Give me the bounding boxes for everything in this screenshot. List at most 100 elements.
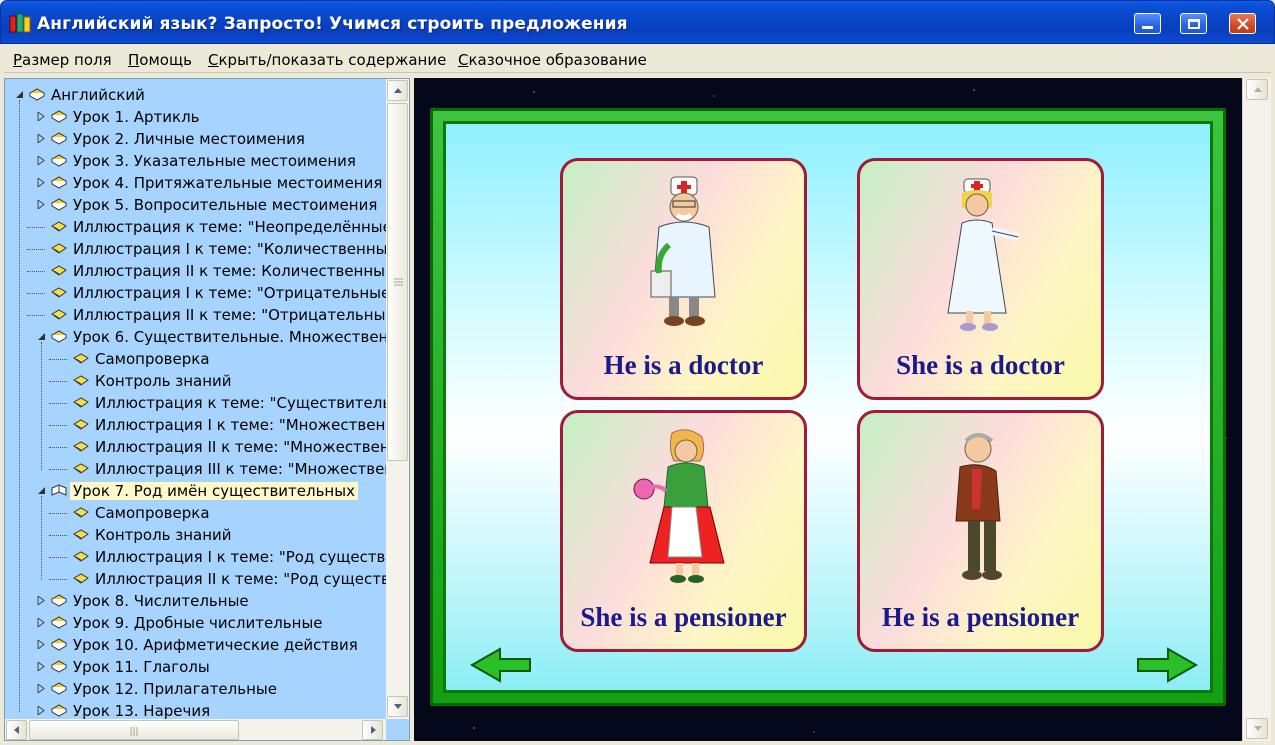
tree-item[interactable]: Иллюстрация II к теме: "Род существ: [5, 568, 390, 590]
tree-item[interactable]: Урок 3. Указательные местоимения: [5, 150, 386, 172]
tree-item-label: Иллюстрация II к теме: "Отрицательные: [73, 306, 395, 324]
content-scroll-up-button[interactable]: [1246, 79, 1268, 100]
tree-connector: [49, 469, 67, 470]
expand-triangle-icon[interactable]: [37, 178, 46, 187]
maximize-icon: [1188, 19, 1200, 29]
tree-item[interactable]: Иллюстрация I к теме: "Количественные: [5, 238, 397, 260]
minimize-icon: [1142, 26, 1153, 29]
expand-triangle-icon[interactable]: [37, 618, 46, 627]
tree-item-label: Иллюстрация I к теме: "Множествен: [95, 416, 386, 434]
card-he-is-a-pensioner[interactable]: He is a pensioner: [857, 410, 1104, 652]
content-vertical-scrollbar[interactable]: [1242, 78, 1271, 741]
tree-guide-line: [41, 496, 42, 580]
tree-item[interactable]: Урок 7. Род имён существительных: [5, 480, 386, 502]
menu-help[interactable]: Помощь: [128, 51, 192, 69]
expand-triangle-icon[interactable]: [37, 200, 46, 209]
expand-triangle-icon[interactable]: [37, 112, 46, 121]
tree-connector: [49, 557, 67, 558]
tree-item[interactable]: Контроль знаний: [5, 524, 386, 546]
page-icon: [51, 265, 67, 276]
card-she-is-a-pensioner[interactable]: She is a pensioner: [560, 410, 807, 652]
book-icon: [29, 88, 45, 101]
expand-triangle-icon[interactable]: [37, 662, 46, 671]
tree-item[interactable]: Иллюстрация I к теме: "Род существи: [5, 546, 395, 568]
maximize-button[interactable]: [1180, 13, 1207, 34]
card-caption: She is a pensioner: [580, 602, 787, 632]
expand-triangle-icon[interactable]: [37, 134, 46, 143]
tree-item[interactable]: Иллюстрация I к теме: "Множествен: [5, 414, 386, 436]
card-she-is-a-doctor[interactable]: She is a doctor: [857, 158, 1104, 400]
content-scroll-down-button[interactable]: [1246, 718, 1268, 739]
lesson-view: He is a doctor She is a doctor She is a …: [414, 78, 1242, 741]
book-icon: [51, 638, 67, 651]
page-icon: [51, 309, 67, 320]
tree-item-label: Иллюстрация I к теме: "Отрицательные: [73, 284, 391, 302]
tree-item[interactable]: Урок 12. Прилагательные: [5, 678, 386, 700]
tree-item[interactable]: Урок 5. Вопросительные местоимения: [5, 194, 386, 216]
tree-item-label: Иллюстрация II к теме: "Множествен: [95, 438, 390, 456]
collapse-triangle-icon[interactable]: [15, 90, 24, 99]
tree-item[interactable]: Урок 4. Притяжательные местоимения: [5, 172, 386, 194]
arrow-left-icon: [14, 726, 19, 734]
expand-triangle-icon[interactable]: [37, 684, 46, 693]
tree-item[interactable]: Иллюстрация II к теме: Количественные: [5, 260, 394, 282]
lesson-frame: He is a doctor She is a doctor She is a …: [430, 108, 1226, 706]
tree-horizontal-scrollbar[interactable]: [5, 719, 386, 740]
tree-vertical-scrollbar[interactable]: [386, 79, 409, 719]
tree-item[interactable]: Английский: [5, 84, 386, 106]
tree-connector: [27, 249, 45, 250]
tree-item[interactable]: Урок 8. Числительные: [5, 590, 386, 612]
scroll-right-button[interactable]: [362, 720, 383, 740]
menu-field-size[interactable]: Размер поля: [13, 51, 112, 69]
tree-item[interactable]: Иллюстрация III к теме: "Множествен: [5, 458, 394, 480]
arrow-up-icon: [394, 88, 402, 93]
scroll-down-button[interactable]: [387, 696, 408, 717]
tree-item-label: Урок 6. Существительные. Множественн: [73, 328, 399, 346]
horizontal-scroll-thumb[interactable]: [29, 720, 239, 740]
close-icon: [1237, 18, 1249, 30]
scroll-up-button[interactable]: [387, 80, 408, 101]
card-he-is-a-doctor[interactable]: He is a doctor: [560, 158, 807, 400]
book-icon: [51, 704, 67, 717]
tree-item[interactable]: Иллюстрация I к теме: "Отрицательные: [5, 282, 390, 304]
menu-toggle-contents[interactable]: Скрыть/показать содержание: [208, 51, 446, 69]
tree-item[interactable]: Урок 2. Личные местоимения: [5, 128, 386, 150]
expand-triangle-icon[interactable]: [37, 596, 46, 605]
tree-item[interactable]: Иллюстрация к теме: "Существитель: [5, 392, 391, 414]
page-icon: [51, 287, 67, 298]
scroll-thumb[interactable]: [387, 103, 408, 461]
tree-item[interactable]: Самопроверка: [5, 348, 386, 370]
page-icon: [73, 397, 89, 408]
tree-item[interactable]: Иллюстрация к теме: "Неопределённые: [5, 216, 392, 238]
tree-item[interactable]: Урок 6. Существительные. Множественн: [5, 326, 398, 348]
scroll-left-button[interactable]: [6, 720, 27, 740]
previous-arrow-button[interactable]: [470, 647, 532, 683]
tree-item[interactable]: Иллюстрация II к теме: "Множествен: [5, 436, 390, 458]
expand-triangle-icon[interactable]: [37, 640, 46, 649]
menu-fairy-education[interactable]: Сказочное образование: [458, 51, 647, 69]
next-arrow-button[interactable]: [1136, 647, 1198, 683]
tree-item-label: Самопроверка: [95, 350, 210, 368]
tree-item-label: Урок 3. Указательные местоимения: [73, 152, 356, 170]
tree-item[interactable]: Самопроверка: [5, 502, 386, 524]
tree-item-label: Иллюстрация к теме: "Неопределённые: [73, 218, 392, 236]
tree-item[interactable]: Контроль знаний: [5, 370, 386, 392]
tree-item[interactable]: Иллюстрация II к теме: "Отрицательные: [5, 304, 395, 326]
expand-triangle-icon[interactable]: [37, 156, 46, 165]
collapse-triangle-icon[interactable]: [37, 486, 46, 495]
tree-item-label: Урок 4. Притяжательные местоимения: [73, 174, 383, 192]
tree-item[interactable]: Урок 11. Глаголы: [5, 656, 386, 678]
tree-item[interactable]: Урок 1. Артикль: [5, 106, 386, 128]
tree-item-label: Иллюстрация II к теме: "Род существ: [95, 570, 390, 588]
close-button[interactable]: [1229, 13, 1256, 34]
expand-triangle-icon[interactable]: [37, 706, 46, 715]
contents-tree[interactable]: Английский Урок 1. Артикль Урок 2. Личные …: [4, 78, 410, 741]
collapse-triangle-icon[interactable]: [37, 332, 46, 341]
title-bar[interactable]: Английский язык? Запросто! Учимся строит…: [0, 0, 1275, 44]
tree-item-label: Урок 7. Род имён существительных: [70, 482, 358, 500]
tree-item[interactable]: Урок 10. Арифметические действия: [5, 634, 386, 656]
card-caption: He is a doctor: [603, 350, 764, 380]
window-title: Английский язык? Запросто! Учимся строит…: [37, 14, 628, 34]
tree-item[interactable]: Урок 9. Дробные числительные: [5, 612, 386, 634]
minimize-button[interactable]: [1134, 13, 1161, 34]
